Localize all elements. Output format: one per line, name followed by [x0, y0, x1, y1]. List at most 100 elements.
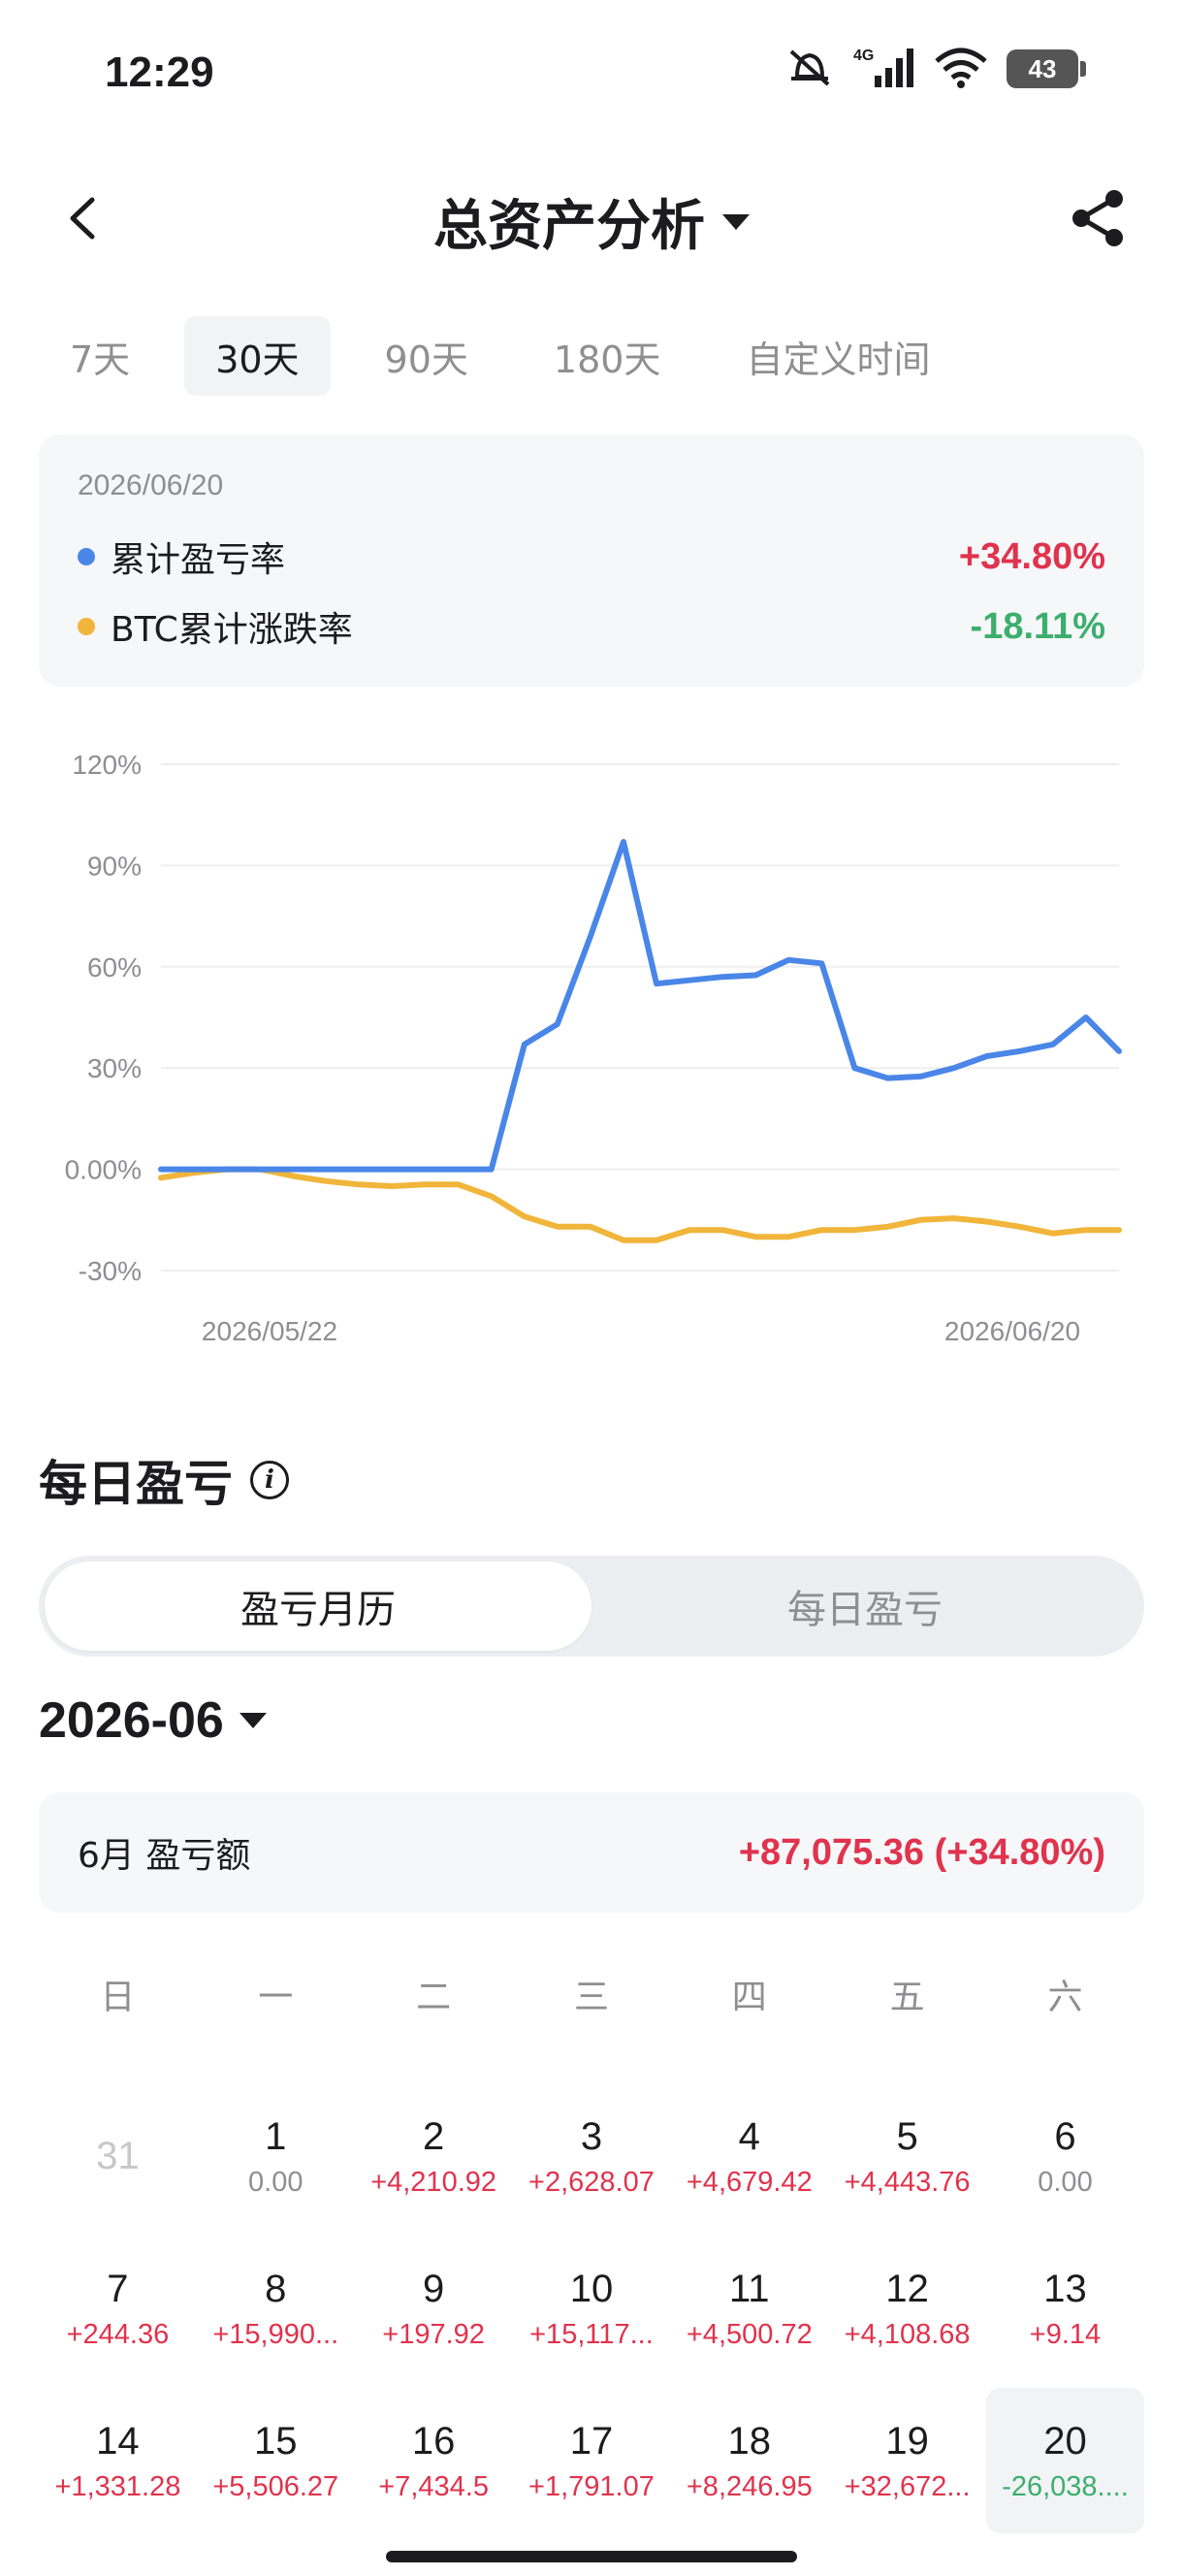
series-dot-pnl-rate	[78, 548, 95, 565]
calendar-day-cell[interactable]: 3 +2,628.07	[513, 2083, 671, 2229]
calendar-day-cell[interactable]: 9 +197.92	[355, 2236, 513, 2381]
calendar-day-pnl: +1,791.07	[528, 2470, 655, 2502]
seg-pnl-calendar[interactable]: 盈亏月历	[45, 1562, 592, 1651]
info-icon[interactable]: i	[250, 1461, 289, 1499]
share-button[interactable]	[1063, 182, 1135, 254]
calendar-day-cell[interactable]: 5 +4,443.76	[828, 2083, 986, 2229]
page-title-dropdown[interactable]: 总资产分析	[0, 182, 1183, 261]
calendar-day-pnl: +4,443.76	[844, 2166, 971, 2198]
mute-bell-icon	[783, 46, 836, 92]
time-range-tabs: 7天 30天 90天 180天 自定义时间	[39, 316, 961, 396]
legend-label-pnl-rate: 累计盈亏率	[111, 540, 286, 580]
calendar-day-cell[interactable]: 14 +1,331.28	[39, 2388, 197, 2533]
weekday-header: 日 一 二 三 四 五 六	[39, 1969, 1144, 2019]
calendar-day-number: 7	[107, 2267, 129, 2310]
weekday-label: 一	[258, 1978, 294, 2017]
calendar-day-pnl: +244.36	[66, 2318, 170, 2350]
series-dot-btc-rate	[78, 618, 95, 635]
calendar-day-number: 18	[727, 2419, 772, 2463]
calendar-day-cell[interactable]: 2 +4,210.92	[355, 2083, 513, 2229]
status-time: 12:29	[105, 48, 214, 96]
view-segmented-control: 盈亏月历 每日盈亏	[39, 1556, 1144, 1657]
calendar-day-cell[interactable]: 15 +5,506.27	[197, 2388, 355, 2533]
y-tick-label: 30%	[87, 1053, 142, 1083]
calendar-day-number: 3	[580, 2114, 603, 2158]
calendar-day-cell[interactable]: 6 0.00	[986, 2083, 1144, 2229]
calendar-day-number: 8	[265, 2267, 287, 2310]
calendar-day-pnl: -26,038....	[1002, 2470, 1129, 2502]
month-summary-card: 6月 盈亏额 +87,075.36 (+34.80%)	[39, 1792, 1144, 1913]
weekday-label: 五	[889, 1978, 925, 2017]
calendar-day-cell[interactable]: 11 +4,500.72	[670, 2236, 828, 2381]
calendar-day-number: 9	[422, 2267, 445, 2310]
x-tick-label: 2026/05/22	[202, 1316, 337, 1346]
tab-custom-range[interactable]: 自定义时间	[715, 316, 961, 396]
calendar-day-cell-selected[interactable]: 20 -26,038....	[986, 2388, 1144, 2533]
series-line-btc-rate	[158, 1166, 1122, 1243]
chart-legend-card: 2026/06/20 累计盈亏率 +34.80% BTC累计涨跌率 -18.11…	[39, 435, 1144, 687]
month-picker-label: 2026-06	[39, 1692, 224, 1749]
calendar-day-pnl: +8,246.95	[686, 2470, 813, 2502]
calendar-day-pnl: +9.14	[1029, 2318, 1102, 2350]
tab-90d[interactable]: 90天	[354, 316, 499, 396]
calendar-day-cell[interactable]: 19 +32,672...	[828, 2388, 986, 2533]
page-title: 总资产分析	[433, 195, 705, 258]
calendar-day-pnl: +4,679.42	[686, 2166, 813, 2198]
calendar-day-number: 10	[569, 2267, 614, 2310]
legend-value-pnl-rate: +34.80%	[958, 535, 1105, 577]
daily-pnl-heading: 每日盈亏 i	[39, 1445, 289, 1515]
top-nav-bar: 总资产分析	[0, 165, 1183, 272]
calendar-day-number: 15	[254, 2419, 298, 2463]
calendar-day-pnl: +4,108.68	[844, 2318, 971, 2350]
calendar-day-pnl: +32,672...	[844, 2470, 971, 2502]
caret-down-icon	[722, 213, 750, 230]
weekday-label: 二	[416, 1978, 452, 2017]
calendar-day-cell[interactable]: 16 +7,434.5	[355, 2388, 513, 2533]
legend-date: 2026/06/20	[78, 469, 224, 501]
legend-row-btc-rate: BTC累计涨跌率 -18.11%	[78, 597, 1105, 656]
svg-text:4G: 4G	[853, 48, 874, 64]
month-picker[interactable]: 2026-06	[39, 1691, 267, 1750]
calendar-day-number: 5	[896, 2114, 918, 2158]
weekday-label: 三	[573, 1978, 609, 2017]
home-indicator	[386, 2551, 797, 2562]
line-chart-svg: 120% 90% 60% 30% 0.00% -30% 2026/05/22 2026/06/…	[65, 750, 1122, 1346]
calendar-day-cell[interactable]: 13 +9.14	[986, 2236, 1144, 2381]
tab-7d[interactable]: 7天	[39, 316, 161, 396]
calendar-day-number: 19	[885, 2419, 929, 2463]
tab-180d[interactable]: 180天	[523, 316, 692, 396]
calendar-day-number: 20	[1043, 2419, 1087, 2463]
line-chart[interactable]: 120% 90% 60% 30% 0.00% -30% 2026/05/22 2026/06/…	[0, 718, 1183, 1377]
calendar-day-pnl: +15,990...	[212, 2318, 339, 2350]
calendar-day-cell[interactable]: 8 +15,990...	[197, 2236, 355, 2381]
calendar-day-pnl: +4,500.72	[686, 2318, 813, 2350]
series-line-pnl-rate	[158, 839, 1122, 1173]
calendar-day-cell[interactable]: 12 +4,108.68	[828, 2236, 986, 2381]
calendar-day-cell[interactable]: 7 +244.36	[39, 2236, 197, 2381]
calendar-day-cell: 31	[39, 2083, 197, 2229]
legend-value-btc-rate: -18.11%	[970, 605, 1105, 647]
status-icons: 4G 43	[783, 45, 1086, 93]
share-icon	[1072, 190, 1123, 246]
weekday-label: 四	[731, 1978, 767, 2017]
calendar-day-pnl: +5,506.27	[212, 2470, 339, 2502]
y-tick-label: 120%	[72, 750, 142, 780]
calendar-day-number: 14	[96, 2419, 140, 2463]
daily-pnl-title: 每日盈亏	[39, 1456, 233, 1512]
tab-30d[interactable]: 30天	[184, 316, 331, 396]
status-bar: 12:29 4G 43	[0, 0, 1183, 155]
calendar-day-cell[interactable]: 1 0.00	[197, 2083, 355, 2229]
month-summary-label: 6月 盈亏额	[78, 1836, 251, 1876]
calendar-day-cell[interactable]: 4 +4,679.42	[670, 2083, 828, 2229]
calendar-day-cell[interactable]: 17 +1,791.07	[513, 2388, 671, 2533]
calendar-day-pnl: +4,210.92	[370, 2166, 497, 2198]
seg-daily-pnl[interactable]: 每日盈亏	[592, 1562, 1138, 1651]
y-tick-label: 90%	[87, 851, 142, 881]
calendar-week-row: 31 1 0.00 2 +4,210.92 3 +2,628.07 4 +4,679.42 5 +4…	[39, 2083, 1144, 2229]
calendar-day-number: 1	[265, 2114, 287, 2158]
calendar-day-cell[interactable]: 10 +15,117...	[513, 2236, 671, 2381]
y-tick-label: -30%	[79, 1256, 142, 1286]
calendar-day-cell[interactable]: 18 +8,246.95	[670, 2388, 828, 2533]
wifi-icon	[933, 46, 989, 92]
calendar-day-pnl: +2,628.07	[528, 2166, 655, 2198]
